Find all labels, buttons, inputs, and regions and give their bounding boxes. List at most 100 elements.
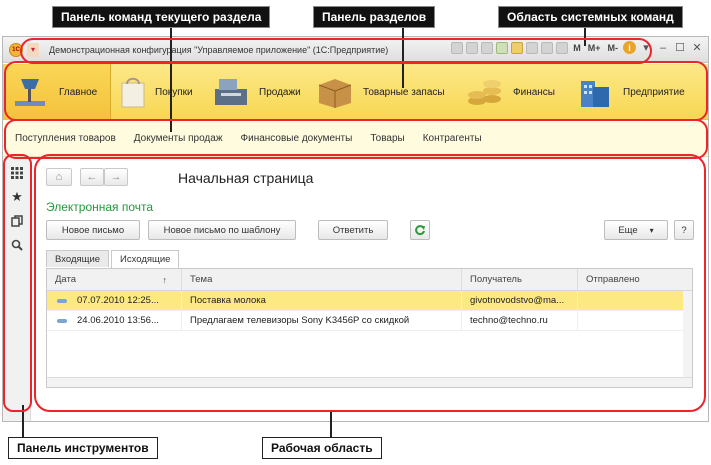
maximize-button[interactable]: ☐ (673, 41, 687, 54)
tab-outbox[interactable]: Исходящие (111, 250, 180, 268)
section-commands-panel: Поступления товаров Документы продаж Фин… (3, 121, 708, 157)
column-sent[interactable]: Отправлено (578, 269, 683, 290)
star-icon[interactable] (511, 41, 524, 54)
letter-icon (57, 318, 67, 323)
help-button[interactable]: ? (674, 220, 694, 240)
favorites-star-icon[interactable]: ★ (10, 189, 24, 204)
minimize-button[interactable]: – (656, 42, 670, 54)
letter-icon (57, 298, 67, 303)
page-title: Начальная страница (178, 170, 314, 186)
search-icon[interactable] (10, 238, 24, 252)
new-from-template-button[interactable]: Новое письмо по шаблону (148, 220, 296, 240)
cell-date: 07.07.2010 12:25... (47, 291, 182, 310)
building-icon (575, 75, 615, 109)
sections-panel: Главное Покупки Продажи Товарные запасы (3, 64, 708, 120)
tools-panel: ★ (3, 158, 31, 421)
history-icon[interactable] (526, 41, 539, 54)
vertical-scrollbar[interactable] (683, 291, 692, 379)
new-letter-button[interactable]: Новое письмо (46, 220, 140, 240)
coins-icon (465, 75, 505, 109)
cell-sent (578, 311, 683, 330)
app-logo: 1С (9, 42, 23, 57)
close-button[interactable]: ✕ (690, 41, 704, 54)
title-bar: 1С ▾ Демонстрационная конфигурация "Упра… (3, 37, 708, 63)
section-purchases[interactable]: Покупки (111, 64, 203, 120)
home-icon: ⌂ (55, 171, 63, 183)
cmd-goods-receipts[interactable]: Поступления товаров (15, 133, 116, 144)
cell-sent (578, 291, 683, 310)
more-button[interactable]: Еще ▾ (604, 220, 668, 240)
print-icon[interactable] (466, 41, 479, 54)
section-enterprise[interactable]: Предприятие (567, 64, 707, 120)
desk-lamp-icon (11, 75, 51, 109)
cell-date-text: 07.07.2010 12:25... (77, 295, 159, 306)
callout-current-section-panel: Панель команд текущего раздела (52, 6, 271, 28)
info-icon[interactable]: i (623, 41, 636, 54)
sort-arrow-icon: ↑ (162, 274, 168, 285)
cmd-contractors[interactable]: Контрагенты (423, 133, 482, 144)
reply-button[interactable]: Ответить (318, 220, 388, 240)
column-date[interactable]: Дата ↑ (47, 269, 182, 290)
shopping-bag-icon (119, 75, 147, 109)
cell-recipient: givotnovodstvo@ma... (462, 291, 578, 310)
column-subject[interactable]: Тема (182, 269, 462, 290)
table-row[interactable]: 07.07.2010 12:25... Поставка молока givo… (47, 291, 692, 311)
section-sales[interactable]: Продажи (203, 64, 307, 120)
grid-icon[interactable] (451, 41, 464, 54)
cmd-financial-documents[interactable]: Финансовые документы (241, 133, 353, 144)
connector-line (330, 410, 332, 438)
section-label: Продажи (259, 86, 301, 98)
back-button[interactable]: ← (80, 168, 104, 186)
refresh-icon (415, 225, 425, 236)
table-header: Дата ↑ Тема Получатель Отправлено (47, 269, 692, 291)
tab-inbox[interactable]: Входящие (46, 250, 110, 267)
chevron-down-icon: ▾ (649, 225, 654, 235)
history-icon[interactable] (10, 214, 24, 228)
connector-line (22, 405, 24, 438)
chevron-down-icon[interactable]: ▾ (639, 41, 653, 54)
horizontal-scrollbar[interactable] (47, 377, 692, 387)
table-row[interactable]: 24.06.2010 13:56... Предлагаем телевизор… (47, 311, 692, 331)
home-icon[interactable] (496, 41, 509, 54)
app-window: 1С ▾ Демонстрационная конфигурация "Упра… (2, 36, 709, 422)
section-main[interactable]: Главное (3, 64, 111, 120)
memory-plus-button[interactable]: M+ (586, 43, 603, 53)
work-area: ⌂ ← → Начальная страница Электронная поч… (32, 158, 708, 421)
callout-tools-panel: Панель инструментов (8, 437, 158, 459)
box-icon (315, 75, 355, 109)
section-stock[interactable]: Товарные запасы (307, 64, 457, 120)
home-button[interactable]: ⌂ (46, 168, 72, 186)
column-label: Дата (55, 274, 77, 285)
calendar-icon[interactable] (556, 41, 569, 54)
search-icon[interactable] (481, 41, 494, 54)
forward-button[interactable]: → (104, 168, 128, 186)
menu-grid-icon[interactable] (10, 166, 24, 180)
cell-subject: Предлагаем телевизоры Sony K3456P со ски… (182, 311, 462, 330)
callout-work-area: Рабочая область (262, 437, 382, 459)
section-label: Предприятие (623, 86, 685, 98)
cell-date: 24.06.2010 13:56... (47, 311, 182, 330)
cmd-goods[interactable]: Товары (370, 133, 404, 144)
callout-sections-panel: Панель разделов (313, 6, 436, 28)
cell-date-text: 24.06.2010 13:56... (77, 315, 159, 326)
callout-system-commands: Область системных команд (498, 6, 683, 28)
memory-button[interactable]: M (571, 43, 583, 53)
connector-line (584, 28, 586, 46)
connector-line (170, 28, 172, 132)
window-title: Демонстрационная конфигурация "Управляем… (49, 44, 389, 55)
memory-minus-button[interactable]: M- (606, 43, 621, 53)
column-recipient[interactable]: Получатель (462, 269, 578, 290)
cmd-sales-documents[interactable]: Документы продаж (134, 133, 223, 144)
cash-register-icon (211, 75, 251, 109)
section-finance[interactable]: Финансы (457, 64, 567, 120)
system-commands-area: M M+ M- i ▾ – ☐ ✕ (451, 41, 704, 54)
section-label: Главное (59, 86, 98, 98)
section-label: Финансы (513, 86, 555, 98)
calculator-icon[interactable] (541, 41, 554, 54)
connector-line (402, 28, 404, 88)
refresh-button[interactable] (410, 220, 430, 240)
more-label: Еще (618, 224, 638, 236)
main-menu-icon[interactable]: ▾ (27, 42, 39, 57)
section-label: Покупки (155, 86, 193, 98)
arrow-right-icon: → (110, 171, 122, 183)
